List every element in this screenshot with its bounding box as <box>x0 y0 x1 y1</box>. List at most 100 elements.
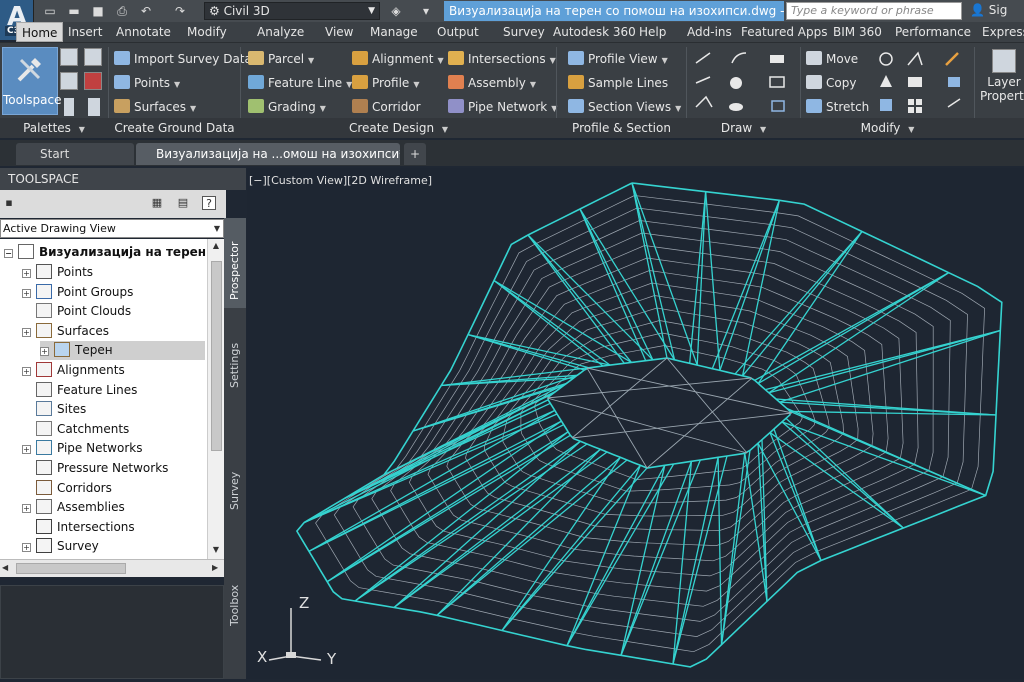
tree-root[interactable]: − Визуализација на терен со ... <box>4 243 224 262</box>
save-icon[interactable]: ■ <box>90 3 106 19</box>
alignment-button[interactable]: Alignment ▼ <box>352 49 444 69</box>
panel-icon-2[interactable] <box>88 98 100 116</box>
tree-item[interactable]: + Points <box>22 263 93 282</box>
ribbon-tab-survey[interactable]: Survey <box>503 22 545 42</box>
ribbon-tab-view[interactable]: View <box>325 22 353 42</box>
ribbon-tab-add-ins[interactable]: Add-ins <box>687 22 732 42</box>
sample-lines-button[interactable]: Sample Lines <box>568 73 668 93</box>
ribbon-tab-bim-360[interactable]: BIM 360 <box>833 22 882 42</box>
tree-item[interactable]: + Alignments <box>22 361 125 380</box>
tree-item[interactable]: + Assemblies <box>22 498 125 517</box>
ribbon-tab-performance[interactable]: Performance <box>895 22 971 42</box>
tree-item[interactable]: +Catchments <box>22 420 129 439</box>
profile-button[interactable]: Profile ▼ <box>352 73 419 93</box>
profile-view-button[interactable]: Profile View ▼ <box>568 49 668 69</box>
corridor-button[interactable]: Corridor <box>352 97 421 117</box>
tree-hscrollbar[interactable]: ◀ ▶ <box>0 559 224 577</box>
ribbon-tab-help[interactable]: Help <box>639 22 666 42</box>
panel-label-ground[interactable]: Create Ground Data ▼ <box>109 118 240 154</box>
prospector-icon[interactable] <box>60 48 78 66</box>
tree-item[interactable]: + Surfaces <box>22 322 109 341</box>
tree-item[interactable]: + Pipe Networks <box>22 439 142 458</box>
panel-label-design[interactable]: Create Design ▼ <box>241 118 556 138</box>
tree-item[interactable]: +Sites <box>22 400 86 419</box>
expand-icon[interactable]: + <box>22 367 31 376</box>
section-views-button[interactable]: Section Views ▼ <box>568 97 681 117</box>
side-tab-survey[interactable]: Survey <box>224 424 246 542</box>
points-button[interactable]: Points ▼ <box>114 73 180 93</box>
sign-in[interactable]: 👤 Sig <box>970 3 1007 17</box>
expand-icon[interactable]: + <box>22 288 31 298</box>
parcel-button[interactable]: Parcel ▼ <box>248 49 314 69</box>
ribbon-tab-analyze[interactable]: Analyze <box>257 22 304 42</box>
feature-line-button[interactable]: Feature Line ▼ <box>248 73 352 93</box>
tree-item[interactable]: +Pressure Networks <box>22 459 168 478</box>
scroll-down-icon[interactable]: ▼ <box>210 545 222 555</box>
redo-icon[interactable]: ↷ <box>172 3 188 19</box>
new-tab-button[interactable]: + <box>404 143 426 165</box>
ribbon-tab-modify[interactable]: Modify <box>187 22 227 42</box>
print-icon[interactable]: ⎙ <box>114 3 130 19</box>
toolspace-menu-icon[interactable]: ▪ <box>2 196 16 210</box>
workspace-select[interactable]: ⚙ Civil 3D ▼ <box>204 2 380 20</box>
help-icon[interactable]: ? <box>202 196 216 210</box>
ribbon-tab-annotate[interactable]: Annotate <box>116 22 171 42</box>
toolspace-button[interactable]: Toolspace <box>2 47 62 115</box>
expand-icon[interactable]: + <box>22 269 31 278</box>
panel-label-palettes[interactable]: Palettes ▼ <box>0 118 108 138</box>
tab-drawing[interactable]: Визуализација на ...омош на изохипси* ✕ <box>136 143 400 165</box>
hscroll-thumb[interactable] <box>16 563 126 574</box>
ribbon-tab-autodesk-360[interactable]: Autodesk 360 <box>553 22 636 42</box>
toggle-icon[interactable]: ▦ <box>150 196 164 210</box>
grading-button[interactable]: Grading ▼ <box>248 97 326 117</box>
viewport-controls-label[interactable]: [−][Custom View][2D Wireframe] <box>249 174 432 187</box>
import-survey-data-button[interactable]: Import Survey Data <box>114 49 252 69</box>
expand-icon[interactable]: + <box>22 327 31 337</box>
tree-item[interactable]: +Intersections <box>22 518 135 537</box>
layer-properties-button[interactable]: Layer Properties <box>980 49 1024 103</box>
surfaces-button[interactable]: Surfaces ▼ <box>114 97 196 117</box>
ribbon-tab-home[interactable]: Home <box>16 22 64 42</box>
tab-start[interactable]: Start <box>16 143 134 165</box>
toolbox-icon[interactable] <box>84 72 102 90</box>
pipe-network-button[interactable]: Pipe Network ▼ <box>448 97 557 117</box>
tree-item[interactable]: +Corridors <box>22 479 112 498</box>
tree-item[interactable]: +Point Clouds <box>22 302 131 321</box>
ribbon-tab-insert[interactable]: Insert <box>68 22 102 42</box>
stretch-button[interactable]: Stretch <box>806 97 869 117</box>
expand-icon[interactable]: + <box>22 543 31 553</box>
draw-tools[interactable] <box>690 47 798 117</box>
tree-scrollbar[interactable]: ▲ ▼ <box>207 239 224 559</box>
survey-icon[interactable] <box>60 72 78 90</box>
quick-access-menu-icon[interactable]: ▾ <box>418 3 434 19</box>
scroll-left-icon[interactable]: ◀ <box>2 563 8 572</box>
drawing-viewport[interactable] <box>247 168 1024 679</box>
intersections-button[interactable]: Intersections ▼ <box>448 49 556 69</box>
share-icon[interactable]: ◈ <box>388 3 404 19</box>
scroll-up-icon[interactable]: ▲ <box>210 241 222 251</box>
side-tab-settings[interactable]: Settings <box>224 310 246 422</box>
ribbon-tab-featured-apps[interactable]: Featured Apps <box>741 22 827 42</box>
expand-icon[interactable]: + <box>22 445 31 455</box>
panel-label-draw[interactable]: Draw ▼ <box>687 118 800 138</box>
expand-icon[interactable]: + <box>22 504 31 514</box>
search-input[interactable]: Type a keyword or phrase <box>786 2 962 20</box>
list-icon[interactable]: ▤ <box>176 196 190 210</box>
scroll-thumb[interactable] <box>211 261 222 451</box>
view-select[interactable]: Active Drawing View ▼ <box>0 219 224 238</box>
new-icon[interactable]: ▭ <box>42 3 58 19</box>
undo-icon[interactable]: ↶ <box>138 3 154 19</box>
modify-tools[interactable] <box>872 47 968 117</box>
settings-icon[interactable] <box>84 48 102 66</box>
copy-button[interactable]: Copy <box>806 73 856 93</box>
scroll-right-icon[interactable]: ▶ <box>212 563 218 572</box>
ribbon-tab-manage[interactable]: Manage <box>370 22 418 42</box>
tree-item[interactable]: +Feature Lines <box>22 381 137 400</box>
tree-item[interactable]: + Терен <box>40 341 205 361</box>
open-icon[interactable]: ▬ <box>66 3 82 19</box>
terrain-wireframe[interactable] <box>247 168 1024 679</box>
tree-item[interactable]: + Point Groups <box>22 283 133 302</box>
tree-item[interactable]: + Survey <box>22 537 99 556</box>
expand-icon[interactable]: + <box>40 347 49 357</box>
side-tab-prospector[interactable]: Prospector <box>224 218 246 308</box>
